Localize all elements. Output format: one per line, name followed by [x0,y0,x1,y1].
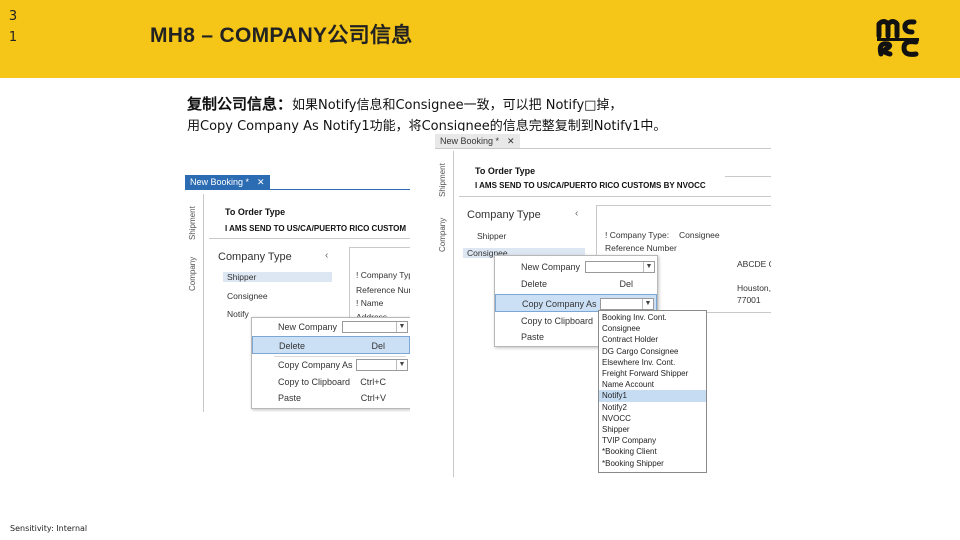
dropdown-option[interactable]: Notify2 [599,402,706,413]
tab-label: New Booking * [440,136,500,146]
detail-row-reference: Reference Number [605,243,677,253]
instruction-line-1-rest: 如果Notify信息和Consignee一致，可以把 Notify□掉， [292,98,623,113]
slide-title: MH8 – COMPANY公司信息 [150,24,413,47]
close-icon[interactable]: ✕ [257,177,265,187]
dropdown-option[interactable]: Consignee [599,323,706,334]
detail-row: ! Name [356,298,384,308]
dropdown-option[interactable]: *Booking Client [599,446,706,457]
new-company-combo[interactable]: ▼ [342,321,408,333]
instruction-bold: 复制公司信息： [187,95,293,113]
new-booking-tab[interactable]: New Booking * ✕ [185,175,270,189]
chevron-down-icon: ▼ [643,262,654,272]
dropdown-option[interactable]: Shipper [599,424,706,435]
header-right-divider [725,176,771,177]
menu-copy-company-as[interactable]: Copy Company As ▼ [252,356,410,374]
menu-label: Copy to Clipboard [521,316,594,326]
detail-row-name: ABCDE COMPANY [737,259,771,269]
menu-paste[interactable]: Paste Ctrl+V [252,389,410,407]
right-screenshot: New Booking * ✕ Shipment Company To Order… [435,131,771,477]
dropdown-option[interactable]: Freight Forward Shipper [599,368,706,379]
page-number-line1: 3 [8,9,18,24]
menu-label: Paste [521,332,545,342]
tab-label: New Booking * [190,177,250,187]
company-type-title: Company Type [467,209,541,221]
chevron-down-icon: ▼ [396,322,407,332]
dropdown-option[interactable]: Contract Holder [599,334,706,345]
instruction-line-1: 复制公司信息：如果Notify信息和Consignee一致，可以把 Notify… [187,93,622,114]
menu-label: Delete [279,341,306,351]
detail-row: ! Company Typ [356,270,410,280]
vtab-shipment[interactable]: Shipment [188,202,200,244]
dropdown-option[interactable]: TVIP Company [599,435,706,446]
page-number: 3 1 [7,6,19,48]
page-number-line2: 1 [8,30,18,45]
detail-value: Consignee [679,230,720,240]
menu-label: New Company [278,322,338,332]
header-divider [209,238,410,239]
dropdown-option[interactable]: DG Cargo Consignee [599,346,706,357]
dropdown-option[interactable]: Elsewhere Inv. Cont. [599,357,706,368]
dropdown-option-selected[interactable]: Notify1 [599,390,706,402]
list-item-consignee[interactable]: Consignee [223,291,268,301]
dropdown-option[interactable]: *Booking Shipper [599,458,706,469]
detail-row: Reference Num [356,285,410,295]
copy-as-combo[interactable]: ▼ [600,298,654,310]
menu-shortcut: Del [371,341,385,351]
order-type-label: To Order Type [225,207,286,217]
menu-label: Copy Company As [278,360,353,370]
company-type-title: Company Type [218,251,292,263]
chevron-down-icon: ▼ [396,360,407,370]
menu-label: Copy to Clipboard [278,377,351,387]
ams-text: I AMS SEND TO US/CA/PUERTO RICO CUSTOMS … [475,181,706,190]
menu-new-company[interactable]: New Company ▼ [252,318,410,336]
detail-row-company-type: ! Company Type: Consignee [605,230,720,240]
msc-logo-icon [876,19,919,57]
tab-underline [435,148,771,149]
dropdown-option[interactable]: Name Account [599,379,706,390]
tab-underline [185,189,410,190]
header-divider [459,196,771,197]
copy-as-combo[interactable]: ▼ [356,359,408,371]
list-item-shipper[interactable]: Shipper [223,272,332,282]
detail-row-city: Houston, TX [737,283,771,293]
chevron-left-icon[interactable]: ‹ [575,208,578,219]
menu-delete[interactable]: Delete Del [252,336,410,354]
slide-header: 3 1 MH8 – COMPANY公司信息 [0,0,960,78]
detail-row-zip: 77001 [737,295,761,305]
menu-label: Copy Company As [522,299,597,309]
dropdown-option[interactable]: Booking Inv. Cont. [599,312,706,323]
menu-shortcut: Del [619,279,633,289]
close-icon[interactable]: ✕ [507,136,515,146]
vtab-divider [203,194,204,412]
ams-text: I AMS SEND TO US/CA/PUERTO RICO CUSTOM [225,224,407,233]
menu-label: Paste [278,393,302,403]
list-item-shipper[interactable]: Shipper [473,231,506,241]
vtab-shipment[interactable]: Shipment [438,159,450,201]
detail-label: ! Company Type: [605,230,670,240]
chevron-left-icon[interactable]: ‹ [325,250,328,261]
context-menu: New Company ▼ Delete Del Copy Company As… [251,317,410,409]
copy-as-dropdown-list: Booking Inv. Cont. Consignee Contract Ho… [598,310,707,473]
vtab-divider [453,151,454,477]
new-company-combo[interactable]: ▼ [585,261,655,273]
menu-shortcut: Ctrl+V [360,393,386,403]
menu-delete[interactable]: Delete Del [495,275,657,293]
new-booking-tab[interactable]: New Booking * ✕ [435,134,520,148]
menu-new-company[interactable]: New Company ▼ [495,258,657,276]
vtab-company[interactable]: Company [438,215,450,255]
menu-label: Delete [521,279,548,289]
dropdown-option[interactable]: NVOCC [599,413,706,424]
chevron-down-icon: ▼ [642,299,653,309]
order-type-label: To Order Type [475,166,536,176]
left-screenshot: New Booking * ✕ Shipment Company To Order… [185,172,410,412]
list-item-notify[interactable]: Notify [223,309,249,319]
sensitivity-footer: Sensitivity: Internal [10,524,88,533]
vtab-company[interactable]: Company [188,254,200,294]
menu-label: New Company [521,262,581,272]
